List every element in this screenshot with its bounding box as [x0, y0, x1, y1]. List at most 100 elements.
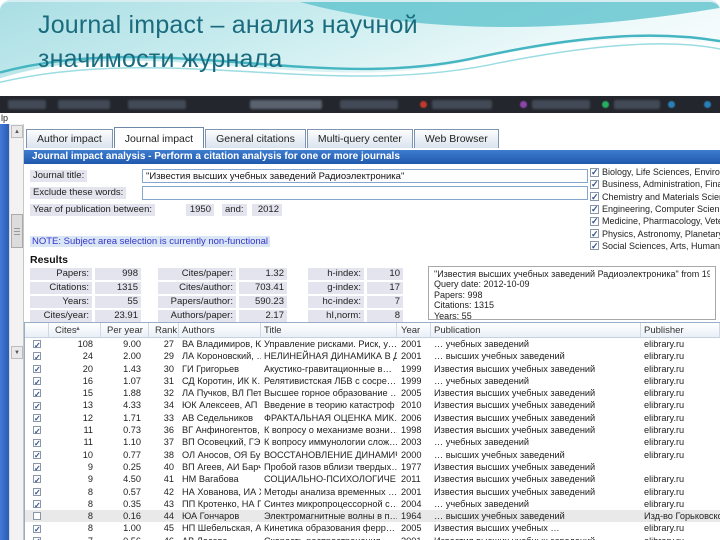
table-header-publisher[interactable]: Publisher: [641, 323, 720, 337]
table-row[interactable]: 13 4.33 34 ЮК Алексеев, АП … Введение в …: [25, 399, 720, 412]
table-row[interactable]: 16 1.07 31 СД Коротин, ИК К… Релятивистс…: [25, 375, 720, 387]
subject-checkbox-row[interactable]: Business, Administration, Financ: [590, 178, 720, 190]
scrollbar-thumb[interactable]: [11, 214, 23, 248]
row-cites: 8: [87, 498, 93, 509]
table-row[interactable]: 9 4.50 41 НМ Вагабова СОЦИАЛЬНО-ПСИХОЛОГ…: [25, 473, 720, 486]
table-header-rank[interactable]: Rank: [149, 323, 179, 337]
row-checkbox-cell[interactable]: [25, 412, 49, 424]
scrollbar-down-arrow[interactable]: ▼: [11, 346, 23, 359]
table-header-title[interactable]: Title: [261, 323, 397, 337]
row-checkbox-icon[interactable]: [33, 450, 41, 461]
row-checkbox-cell[interactable]: [25, 363, 49, 375]
tab[interactable]: General citations: [205, 129, 306, 148]
table-row[interactable]: 108 9.00 27 ВА Владимиров, Ю… Управление…: [25, 338, 720, 350]
row-checkbox-cell[interactable]: [25, 399, 49, 412]
row-year: 2001: [401, 486, 422, 497]
row-year: 1964: [401, 511, 422, 522]
menu-bar-fragment: lp: [0, 113, 720, 124]
row-checkbox-cell[interactable]: [25, 375, 49, 387]
row-checkbox-icon[interactable]: [33, 413, 41, 424]
row-authors: АВ Седельников: [182, 412, 253, 423]
row-checkbox-icon[interactable]: [33, 340, 41, 350]
row-checkbox-icon[interactable]: [33, 500, 41, 510]
row-checkbox-cell[interactable]: [25, 436, 49, 449]
table-header-authors[interactable]: Authors: [179, 323, 261, 337]
row-per-year: 1.10: [123, 437, 141, 448]
tab[interactable]: Author impact: [26, 129, 113, 148]
table-row[interactable]: 11 0.73 36 ВГ Анфиногентов, … К вопросу …: [25, 424, 720, 436]
section-banner: Journal impact analysis - Perform a cita…: [24, 150, 720, 164]
table-row[interactable]: 8 1.00 45 НП Шебельская, А… Кинетика обр…: [25, 522, 720, 535]
row-checkbox-icon[interactable]: [33, 438, 41, 449]
subject-checkbox-icon[interactable]: [590, 204, 599, 215]
row-checkbox-icon[interactable]: [33, 426, 41, 436]
row-checkbox-cell[interactable]: [25, 486, 49, 498]
row-checkbox-cell[interactable]: [25, 535, 49, 540]
year-from-field[interactable]: 1950: [186, 204, 214, 216]
subject-checkbox-row[interactable]: Physics, Astronomy, Planetary S: [590, 227, 720, 240]
table-row[interactable]: 10 0.77 38 ОЛ Аносов, ОЯ Бу… ВОССТАНОВЛЕ…: [25, 449, 720, 461]
table-row[interactable]: 12 1.71 33 АВ Седельников ФРАКТАЛЬНАЯ ОЦ…: [25, 412, 720, 424]
subject-checkbox-row[interactable]: Medicine, Pharmacology, Veterin: [590, 215, 720, 227]
subject-checkbox-row[interactable]: Social Sciences, Arts, Humanities: [590, 240, 720, 252]
row-checkbox-cell[interactable]: [25, 350, 49, 363]
table-row[interactable]: 15 1.88 32 ЛА Пучков, ВЛ Пет… Высшее гор…: [25, 387, 720, 399]
table-header-per-year[interactable]: Per year: [101, 323, 149, 337]
subject-checkbox-row[interactable]: Engineering, Computer Science,: [590, 203, 720, 215]
stat-label: hc-index:: [308, 296, 364, 308]
journal-title-input[interactable]: [142, 169, 588, 183]
row-checkbox-icon[interactable]: [33, 487, 41, 498]
row-checkbox-cell[interactable]: [25, 473, 49, 486]
row-checkbox-cell[interactable]: [25, 338, 49, 350]
row-checkbox-icon[interactable]: [33, 389, 41, 399]
table-row[interactable]: 9 0.25 40 ВП Агеев, АИ Барч… Пробой газо…: [25, 461, 720, 473]
row-checkbox-icon[interactable]: [33, 524, 41, 535]
row-checkbox-cell[interactable]: [25, 461, 49, 473]
subject-checkbox-icon[interactable]: [590, 216, 599, 227]
subject-checkbox-row[interactable]: Chemistry and Materials Science: [590, 191, 720, 203]
table-row[interactable]: 7 0.56 46 АВ Лосева, … Скорость распрост…: [25, 535, 720, 540]
tab[interactable]: Journal impact: [113, 127, 205, 148]
row-checkbox-icon[interactable]: [33, 475, 41, 486]
row-checkbox-icon[interactable]: [33, 352, 41, 363]
subject-checkbox-icon[interactable]: [590, 241, 599, 252]
row-checkbox-cell[interactable]: [25, 522, 49, 535]
table-header-cites[interactable]: Cites ▲: [49, 323, 101, 337]
subject-checkbox-icon[interactable]: [590, 179, 599, 190]
row-checkbox-cell[interactable]: [25, 510, 49, 522]
row-year: 2011: [401, 474, 421, 485]
table-row[interactable]: 8 0.57 42 НА Хованова, ИА Х… Методы анал…: [25, 486, 720, 498]
row-title: Синтез микропроцессорной с…: [264, 498, 397, 509]
subject-checkbox-icon[interactable]: [590, 229, 599, 240]
row-checkbox-cell[interactable]: [25, 387, 49, 399]
row-checkbox-cell[interactable]: [25, 449, 49, 461]
year-to-field[interactable]: 2012: [252, 204, 282, 216]
exclude-words-input[interactable]: [142, 186, 588, 200]
scrollbar-up-arrow[interactable]: ▲: [11, 125, 23, 138]
table-row[interactable]: 24 2.00 29 ЛА Короновский, … НЕЛИНЕЙНАЯ …: [25, 350, 720, 363]
row-checkbox-icon[interactable]: [33, 463, 41, 473]
tab[interactable]: Web Browser: [413, 129, 499, 148]
table-header-year[interactable]: Year: [397, 323, 431, 337]
tab[interactable]: Multi-query center: [306, 129, 413, 148]
row-checkbox-icon[interactable]: [33, 364, 41, 375]
row-checkbox-icon[interactable]: [33, 401, 41, 412]
table-header-publication[interactable]: Publication: [431, 323, 641, 337]
stat-row: Papers/author: 590.23: [158, 296, 287, 308]
stat-label: h-index:: [308, 268, 364, 280]
table-row[interactable]: 11 1.10 37 ВП Осовецкий, ГЭ … К вопросу …: [25, 436, 720, 449]
table-row[interactable]: 8 0.16 44 ЮА Гончаров Электромагнитные в…: [25, 510, 720, 523]
subject-checkbox-icon[interactable]: [590, 167, 599, 178]
row-title: ВОССТАНОВЛЕНИЕ ДИНАМИЧ…: [264, 449, 397, 460]
row-checkbox-icon[interactable]: [33, 377, 41, 387]
table-header-checkbox[interactable]: [25, 323, 49, 337]
row-per-year: 1.71: [123, 412, 141, 423]
subject-checkbox-row[interactable]: Biology, Life Sciences, Environme: [590, 166, 720, 178]
row-checkbox-cell[interactable]: [25, 424, 49, 436]
vertical-scrollbar[interactable]: ▲ ▼: [9, 124, 24, 540]
table-row[interactable]: 20 1.43 30 ГИ Григорьев Акустико-гравита…: [25, 363, 720, 375]
row-checkbox-icon[interactable]: [33, 512, 41, 521]
row-checkbox-cell[interactable]: [25, 498, 49, 510]
subject-checkbox-icon[interactable]: [590, 192, 599, 203]
table-row[interactable]: 8 0.35 43 ПП Кротенко, НА Г… Синтез микр…: [25, 498, 720, 510]
